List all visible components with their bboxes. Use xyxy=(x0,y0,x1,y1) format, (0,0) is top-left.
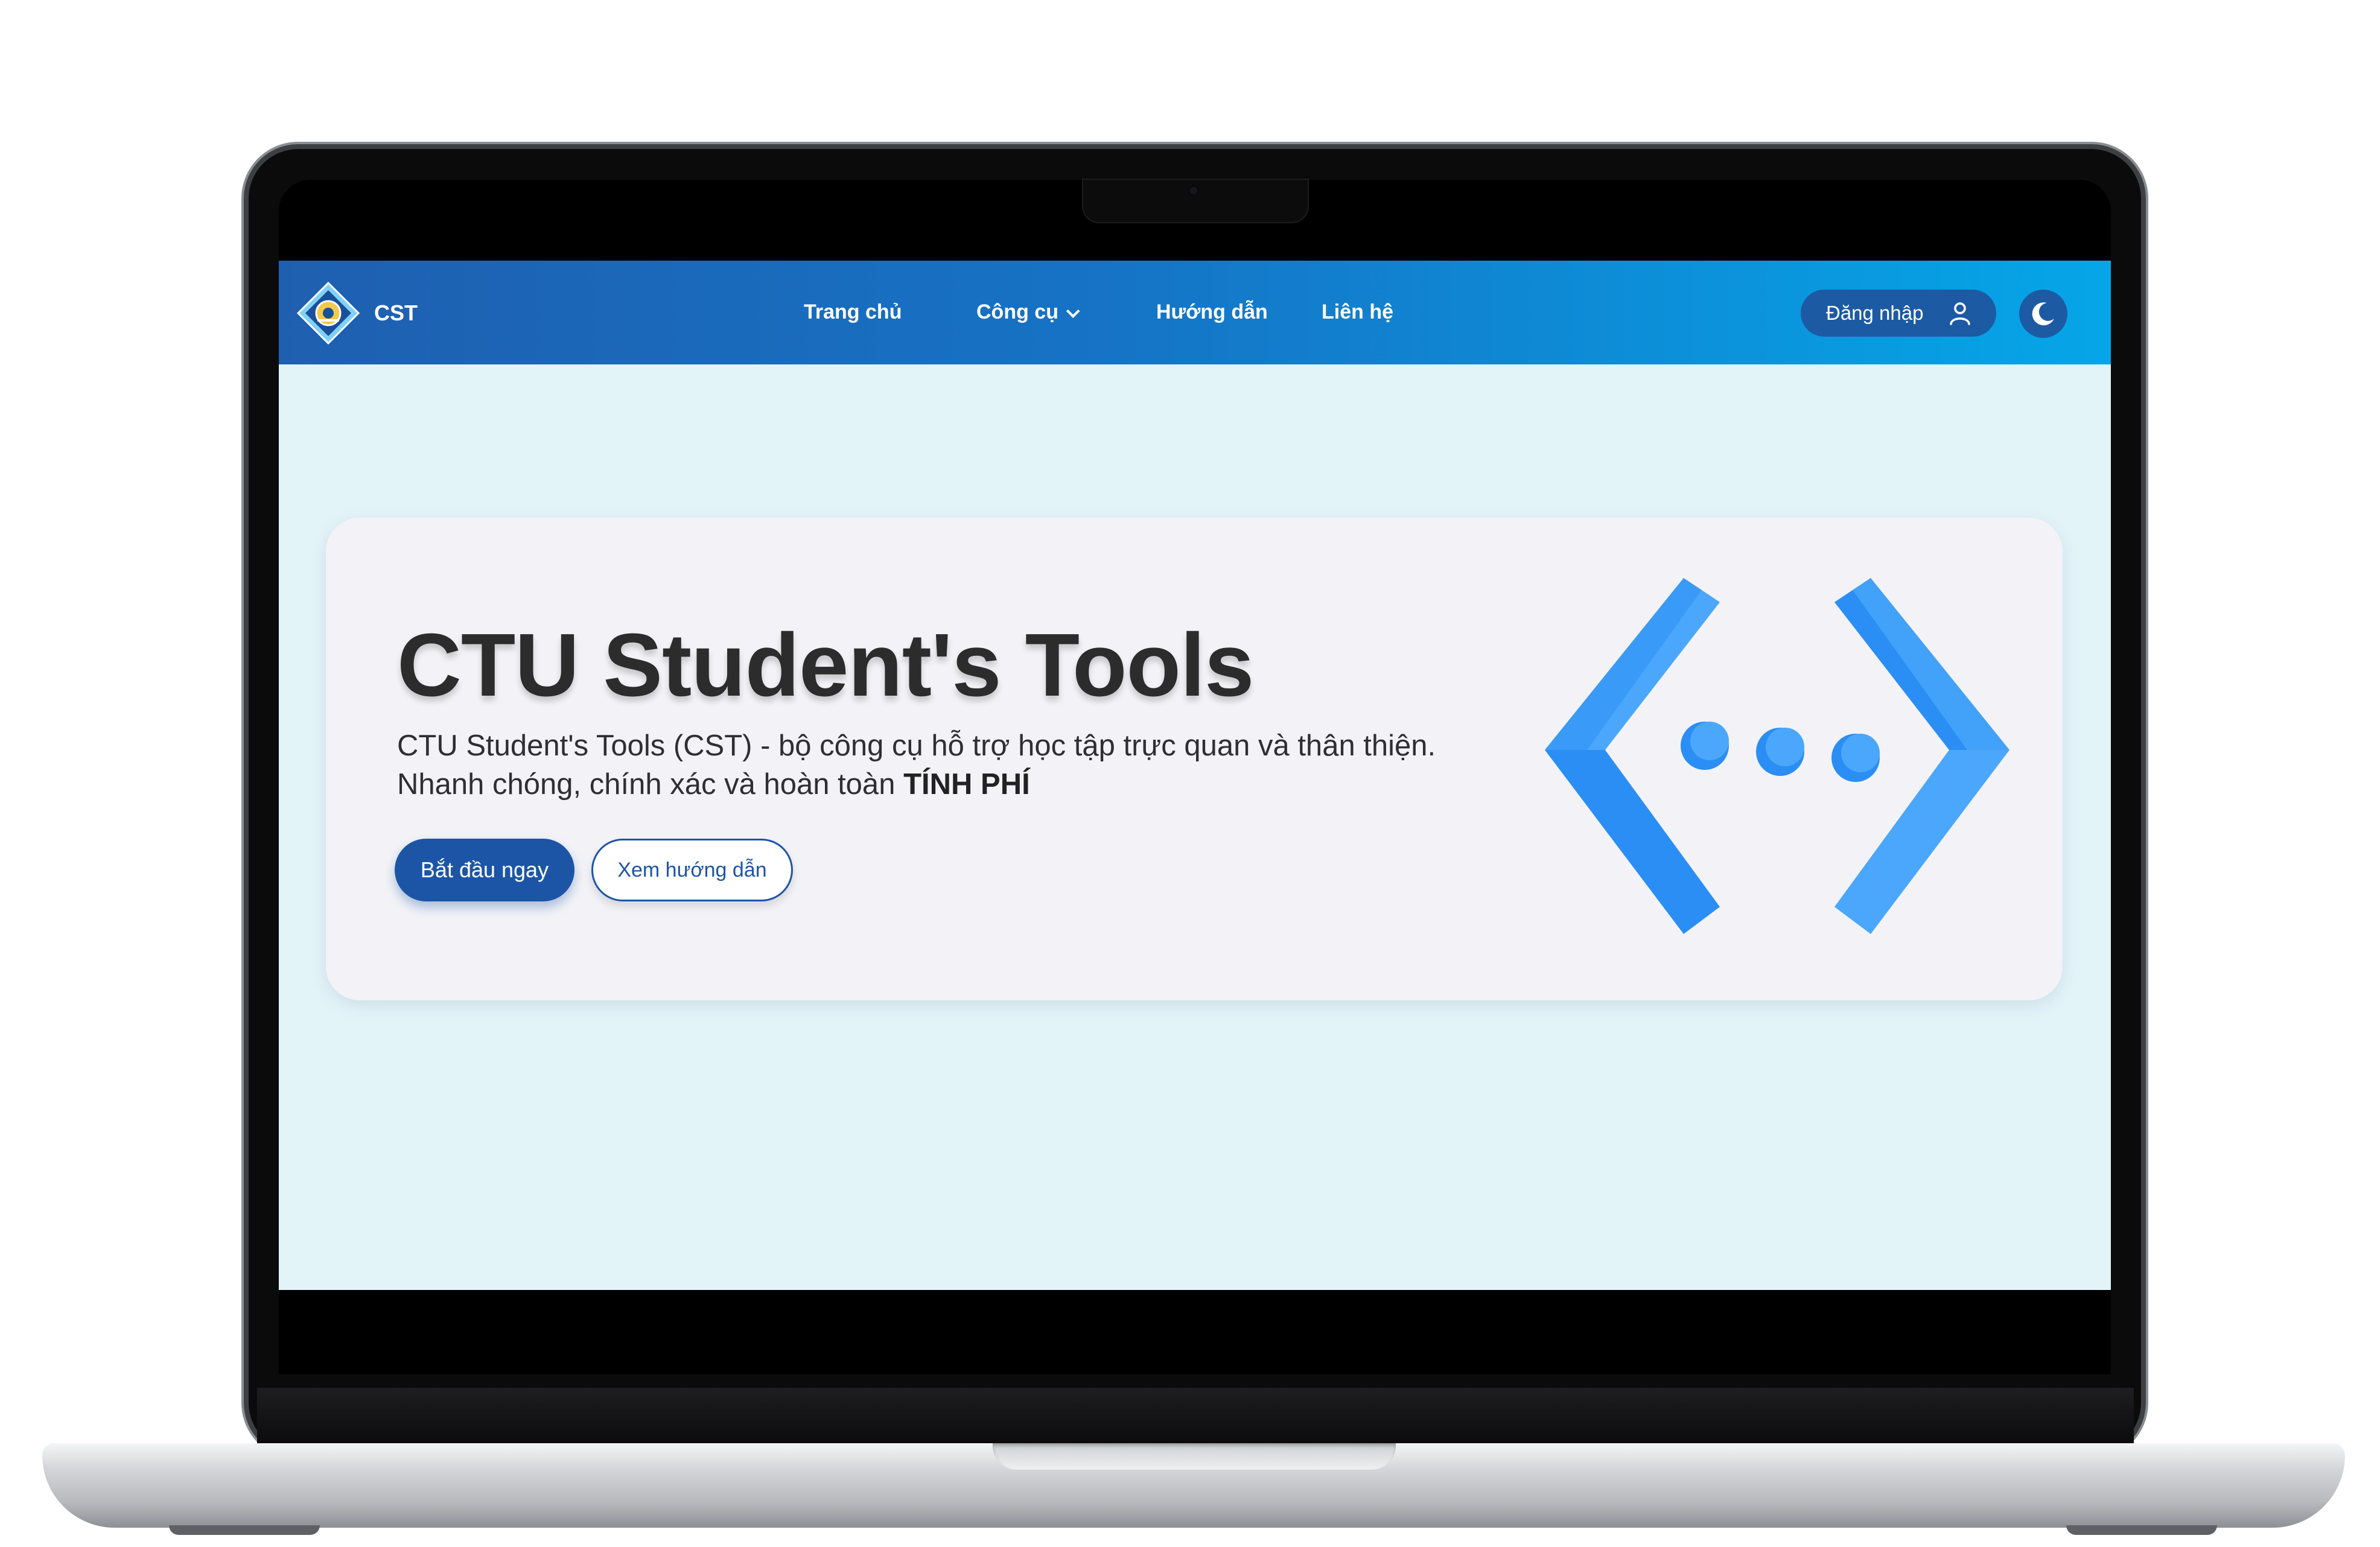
login-button-label: Đăng nhập xyxy=(1826,302,1924,324)
view-guide-button[interactable]: Xem hướng dẫn xyxy=(591,839,793,901)
login-button[interactable]: Đăng nhập xyxy=(1801,290,1996,337)
nav-link-guide[interactable]: Hướng dẫn xyxy=(1156,300,1268,324)
hero-card: CTU Student's Tools CTU Student's Tools … xyxy=(326,518,2063,1000)
nav-link-home[interactable]: Trang chủ xyxy=(804,300,902,324)
hero-title: CTU Student's Tools xyxy=(397,615,1254,715)
cst-logo-icon[interactable] xyxy=(297,282,360,345)
screen-bottom-bezel xyxy=(279,1290,2111,1374)
hero-description: CTU Student's Tools (CST) - bộ công cụ h… xyxy=(397,726,1471,804)
theme-toggle-button[interactable] xyxy=(2019,290,2067,338)
code-brackets-icon xyxy=(1545,578,2009,934)
brand-name[interactable]: CST xyxy=(374,300,418,326)
navbar: CST Trang chủ Công cụ Hướng dẫn Liên hệ … xyxy=(279,261,2111,364)
camera-icon xyxy=(1188,185,1200,197)
nav-link-tools-label: Công cụ xyxy=(976,300,1058,323)
start-button[interactable]: Bắt đầu ngay xyxy=(395,839,574,901)
laptop-foot-left xyxy=(169,1525,320,1535)
laptop-hinge xyxy=(257,1388,2134,1448)
user-icon xyxy=(1950,302,1970,325)
laptop-foot-right xyxy=(2066,1525,2217,1535)
laptop-trackpad-notch xyxy=(993,1443,1396,1470)
chevron-down-icon xyxy=(1066,304,1080,319)
hero-description-emphasis: TÍNH PHÍ xyxy=(903,768,1030,801)
moon-icon xyxy=(2032,302,2054,326)
nav-link-contact[interactable]: Liên hệ xyxy=(1322,300,1393,324)
nav-link-tools[interactable]: Công cụ xyxy=(976,300,1080,324)
browser-viewport: CST Trang chủ Công cụ Hướng dẫn Liên hệ … xyxy=(279,261,2111,1290)
